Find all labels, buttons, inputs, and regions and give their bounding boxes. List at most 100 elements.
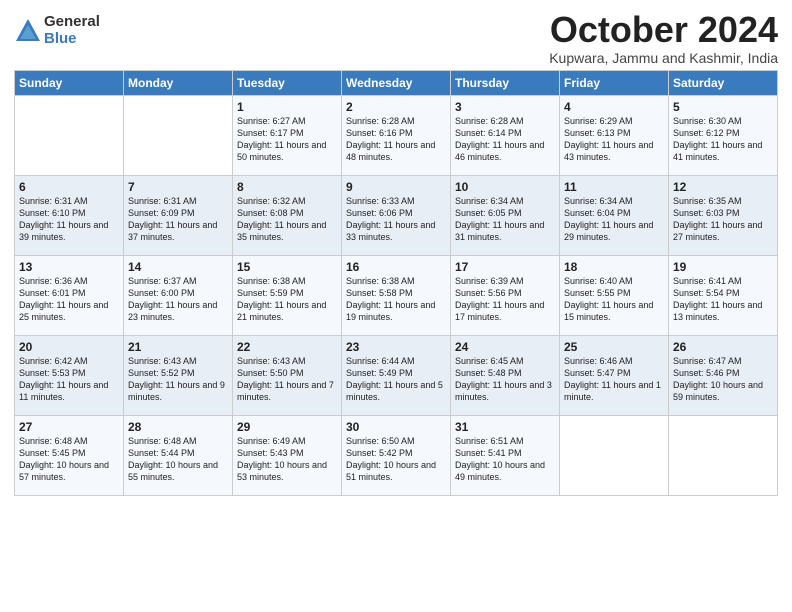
calendar-cell: 28 Sunrise: 6:48 AMSunset: 5:44 PMDayligh… bbox=[124, 415, 233, 495]
col-header-wednesday: Wednesday bbox=[342, 70, 451, 95]
cell-info: Sunrise: 6:51 AMSunset: 5:41 PMDaylight:… bbox=[455, 436, 545, 482]
day-number: 16 bbox=[346, 260, 446, 274]
calendar-cell: 31 Sunrise: 6:51 AMSunset: 5:41 PMDayligh… bbox=[451, 415, 560, 495]
day-number: 5 bbox=[673, 100, 773, 114]
page-header: General Blue October 2024 Kupwara, Jammu… bbox=[14, 10, 778, 66]
calendar-cell: 10 Sunrise: 6:34 AMSunset: 6:05 PMDayligh… bbox=[451, 175, 560, 255]
day-number: 4 bbox=[564, 100, 664, 114]
day-number: 27 bbox=[19, 420, 119, 434]
col-header-sunday: Sunday bbox=[15, 70, 124, 95]
cell-info: Sunrise: 6:34 AMSunset: 6:04 PMDaylight:… bbox=[564, 196, 653, 242]
calendar-cell bbox=[669, 415, 778, 495]
calendar-cell: 19Sunrise: 6:41 AMSunset: 5:54 PMDayligh… bbox=[669, 255, 778, 335]
calendar-week-row: 1 Sunrise: 6:27 AMSunset: 6:17 PMDaylight… bbox=[15, 95, 778, 175]
calendar-cell bbox=[560, 415, 669, 495]
day-number: 2 bbox=[346, 100, 446, 114]
day-number: 14 bbox=[128, 260, 228, 274]
calendar-cell: 11 Sunrise: 6:34 AMSunset: 6:04 PMDayligh… bbox=[560, 175, 669, 255]
cell-info: Sunrise: 6:30 AMSunset: 6:12 PMDaylight:… bbox=[673, 116, 762, 162]
logo-icon bbox=[14, 17, 42, 45]
cell-info: Sunrise: 6:29 AMSunset: 6:13 PMDaylight:… bbox=[564, 116, 653, 162]
calendar-cell: 17 Sunrise: 6:39 AMSunset: 5:56 PMDayligh… bbox=[451, 255, 560, 335]
cell-info: Sunrise: 6:49 AMSunset: 5:43 PMDaylight:… bbox=[237, 436, 327, 482]
calendar-week-row: 6 Sunrise: 6:31 AMSunset: 6:10 PMDaylight… bbox=[15, 175, 778, 255]
day-number: 28 bbox=[128, 420, 228, 434]
calendar-cell: 14 Sunrise: 6:37 AMSunset: 6:00 PMDayligh… bbox=[124, 255, 233, 335]
calendar-week-row: 20 Sunrise: 6:42 AMSunset: 5:53 PMDayligh… bbox=[15, 335, 778, 415]
calendar-cell: 30 Sunrise: 6:50 AMSunset: 5:42 PMDayligh… bbox=[342, 415, 451, 495]
title-block: October 2024 Kupwara, Jammu and Kashmir,… bbox=[549, 10, 778, 66]
cell-info: Sunrise: 6:40 AMSunset: 5:55 PMDaylight:… bbox=[564, 276, 653, 322]
day-number: 11 bbox=[564, 180, 664, 194]
cell-info: Sunrise: 6:46 AMSunset: 5:47 PMDaylight:… bbox=[564, 356, 661, 402]
cell-info: Sunrise: 6:27 AMSunset: 6:17 PMDaylight:… bbox=[237, 116, 326, 162]
cell-info: Sunrise: 6:50 AMSunset: 5:42 PMDaylight:… bbox=[346, 436, 436, 482]
cell-info: Sunrise: 6:35 AMSunset: 6:03 PMDaylight:… bbox=[673, 196, 762, 242]
calendar-cell: 8Sunrise: 6:32 AMSunset: 6:08 PMDaylight… bbox=[233, 175, 342, 255]
month-title: October 2024 bbox=[549, 10, 778, 50]
cell-info: Sunrise: 6:31 AMSunset: 6:10 PMDaylight:… bbox=[19, 196, 108, 242]
day-number: 19 bbox=[673, 260, 773, 274]
calendar-cell: 13Sunrise: 6:36 AMSunset: 6:01 PMDayligh… bbox=[15, 255, 124, 335]
day-number: 15 bbox=[237, 260, 337, 274]
cell-info: Sunrise: 6:43 AMSunset: 5:52 PMDaylight:… bbox=[128, 356, 225, 402]
day-number: 25 bbox=[564, 340, 664, 354]
calendar-cell: 5 Sunrise: 6:30 AMSunset: 6:12 PMDaylight… bbox=[669, 95, 778, 175]
calendar-week-row: 13Sunrise: 6:36 AMSunset: 6:01 PMDayligh… bbox=[15, 255, 778, 335]
day-number: 31 bbox=[455, 420, 555, 434]
cell-info: Sunrise: 6:37 AMSunset: 6:00 PMDaylight:… bbox=[128, 276, 217, 322]
col-header-thursday: Thursday bbox=[451, 70, 560, 95]
calendar-cell bbox=[124, 95, 233, 175]
calendar-cell bbox=[15, 95, 124, 175]
calendar-cell: 27Sunrise: 6:48 AMSunset: 5:45 PMDayligh… bbox=[15, 415, 124, 495]
calendar-cell: 9 Sunrise: 6:33 AMSunset: 6:06 PMDaylight… bbox=[342, 175, 451, 255]
cell-info: Sunrise: 6:44 AMSunset: 5:49 PMDaylight:… bbox=[346, 356, 443, 402]
logo-blue: Blue bbox=[44, 31, 100, 48]
calendar-cell: 7Sunrise: 6:31 AMSunset: 6:09 PMDaylight… bbox=[124, 175, 233, 255]
calendar-cell: 3 Sunrise: 6:28 AMSunset: 6:14 PMDaylight… bbox=[451, 95, 560, 175]
calendar-cell: 15 Sunrise: 6:38 AMSunset: 5:59 PMDayligh… bbox=[233, 255, 342, 335]
day-number: 17 bbox=[455, 260, 555, 274]
calendar-cell: 1 Sunrise: 6:27 AMSunset: 6:17 PMDaylight… bbox=[233, 95, 342, 175]
cell-info: Sunrise: 6:38 AMSunset: 5:59 PMDaylight:… bbox=[237, 276, 326, 322]
day-number: 1 bbox=[237, 100, 337, 114]
cell-info: Sunrise: 6:48 AMSunset: 5:44 PMDaylight:… bbox=[128, 436, 218, 482]
day-number: 9 bbox=[346, 180, 446, 194]
logo-general: General bbox=[44, 14, 100, 31]
calendar-cell: 26Sunrise: 6:47 AMSunset: 5:46 PMDayligh… bbox=[669, 335, 778, 415]
day-number: 12 bbox=[673, 180, 773, 194]
calendar-cell: 22Sunrise: 6:43 AMSunset: 5:50 PMDayligh… bbox=[233, 335, 342, 415]
cell-info: Sunrise: 6:33 AMSunset: 6:06 PMDaylight:… bbox=[346, 196, 435, 242]
calendar-cell: 20 Sunrise: 6:42 AMSunset: 5:53 PMDayligh… bbox=[15, 335, 124, 415]
day-number: 10 bbox=[455, 180, 555, 194]
cell-info: Sunrise: 6:28 AMSunset: 6:16 PMDaylight:… bbox=[346, 116, 435, 162]
day-number: 26 bbox=[673, 340, 773, 354]
calendar-cell: 16 Sunrise: 6:38 AMSunset: 5:58 PMDayligh… bbox=[342, 255, 451, 335]
day-number: 8 bbox=[237, 180, 337, 194]
day-number: 20 bbox=[19, 340, 119, 354]
cell-info: Sunrise: 6:42 AMSunset: 5:53 PMDaylight:… bbox=[19, 356, 108, 402]
calendar-cell: 23 Sunrise: 6:44 AMSunset: 5:49 PMDayligh… bbox=[342, 335, 451, 415]
col-header-tuesday: Tuesday bbox=[233, 70, 342, 95]
col-header-friday: Friday bbox=[560, 70, 669, 95]
calendar-week-row: 27Sunrise: 6:48 AMSunset: 5:45 PMDayligh… bbox=[15, 415, 778, 495]
calendar-cell: 18Sunrise: 6:40 AMSunset: 5:55 PMDayligh… bbox=[560, 255, 669, 335]
cell-info: Sunrise: 6:39 AMSunset: 5:56 PMDaylight:… bbox=[455, 276, 544, 322]
day-number: 30 bbox=[346, 420, 446, 434]
calendar-cell: 25 Sunrise: 6:46 AMSunset: 5:47 PMDayligh… bbox=[560, 335, 669, 415]
cell-info: Sunrise: 6:36 AMSunset: 6:01 PMDaylight:… bbox=[19, 276, 108, 322]
calendar-cell: 29 Sunrise: 6:49 AMSunset: 5:43 PMDayligh… bbox=[233, 415, 342, 495]
day-number: 6 bbox=[19, 180, 119, 194]
cell-info: Sunrise: 6:45 AMSunset: 5:48 PMDaylight:… bbox=[455, 356, 552, 402]
day-number: 3 bbox=[455, 100, 555, 114]
calendar-table: SundayMondayTuesdayWednesdayThursdayFrid… bbox=[14, 70, 778, 496]
day-number: 23 bbox=[346, 340, 446, 354]
day-number: 29 bbox=[237, 420, 337, 434]
cell-info: Sunrise: 6:38 AMSunset: 5:58 PMDaylight:… bbox=[346, 276, 435, 322]
col-header-monday: Monday bbox=[124, 70, 233, 95]
cell-info: Sunrise: 6:28 AMSunset: 6:14 PMDaylight:… bbox=[455, 116, 544, 162]
calendar-cell: 24Sunrise: 6:45 AMSunset: 5:48 PMDayligh… bbox=[451, 335, 560, 415]
cell-info: Sunrise: 6:34 AMSunset: 6:05 PMDaylight:… bbox=[455, 196, 544, 242]
calendar-header-row: SundayMondayTuesdayWednesdayThursdayFrid… bbox=[15, 70, 778, 95]
logo: General Blue bbox=[14, 14, 100, 47]
